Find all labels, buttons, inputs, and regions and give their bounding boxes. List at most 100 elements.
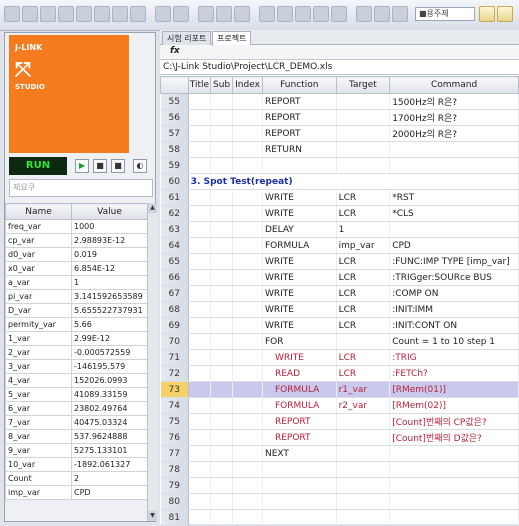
row-number[interactable]: 60: [160, 173, 189, 190]
command-cell[interactable]: [389, 493, 519, 510]
command-cell[interactable]: *RST: [389, 189, 519, 206]
command-cell[interactable]: [RMem(02)]: [389, 397, 519, 414]
target-cell[interactable]: [336, 445, 391, 462]
open-folder-icon[interactable]: [22, 6, 38, 22]
column-header-row[interactable]: [160, 76, 189, 94]
help-icon[interactable]: [497, 6, 513, 22]
sub-cell[interactable]: [210, 205, 234, 222]
row-number[interactable]: 74: [160, 397, 189, 414]
sub-cell[interactable]: [210, 461, 234, 478]
index-cell[interactable]: [232, 109, 263, 126]
function-cell[interactable]: WRITE: [262, 269, 337, 286]
row-number[interactable]: 72: [160, 365, 189, 382]
sequence-row[interactable]: 65 WRITE LCR:FUNC:IMP TYPE [imp_var]: [160, 253, 519, 270]
title-cell[interactable]: [188, 333, 212, 350]
variable-row[interactable]: 8_var 537.9624888: [5, 429, 148, 444]
sequence-row[interactable]: 80: [160, 493, 519, 510]
sub-cell[interactable]: [210, 397, 234, 414]
index-cell[interactable]: [232, 445, 263, 462]
index-cell[interactable]: [232, 301, 263, 318]
index-cell[interactable]: [232, 93, 263, 110]
command-cell[interactable]: :TRIG: [389, 349, 519, 366]
variable-row[interactable]: D_var 5.655522737931: [5, 303, 148, 318]
sequence-row[interactable]: 66 WRITE LCR:TRIGger:SOURce BUS: [160, 269, 519, 286]
command-cell[interactable]: :FETCh?: [389, 365, 519, 382]
sequence-row[interactable]: 60 3. Spot Test(repeat): [160, 173, 519, 190]
bookmark-prev-icon[interactable]: [295, 6, 311, 22]
column-header-command[interactable]: Command: [389, 76, 519, 94]
save-icon[interactable]: [40, 6, 56, 22]
command-cell[interactable]: [389, 221, 519, 238]
target-cell[interactable]: LCR: [336, 349, 391, 366]
command-cell[interactable]: 1700Hz의 R은?: [389, 109, 519, 126]
sub-cell[interactable]: [210, 381, 234, 398]
target-cell[interactable]: [336, 509, 391, 526]
column-header-value[interactable]: Value: [71, 203, 148, 220]
row-number[interactable]: 57: [160, 125, 189, 142]
title-cell[interactable]: [188, 509, 212, 526]
index-cell[interactable]: [232, 269, 263, 286]
function-cell[interactable]: [262, 493, 337, 510]
target-cell[interactable]: [336, 93, 391, 110]
view-icon[interactable]: [94, 6, 110, 22]
column-header-title[interactable]: Title: [187, 76, 212, 94]
target-cell[interactable]: r1_var: [336, 381, 391, 398]
column-header-target[interactable]: Target: [335, 76, 391, 94]
target-cell[interactable]: LCR: [336, 285, 391, 302]
function-cell[interactable]: REPORT: [262, 429, 337, 446]
row-number[interactable]: 69: [160, 317, 189, 334]
sub-cell[interactable]: [210, 301, 234, 318]
sequence-row[interactable]: 59: [160, 157, 519, 174]
undo-icon[interactable]: [155, 6, 171, 22]
row-number[interactable]: 78: [160, 461, 189, 478]
sub-cell[interactable]: [210, 413, 234, 430]
redo-icon[interactable]: [173, 6, 189, 22]
command-cell[interactable]: :TRIGger:SOURce BUS: [389, 269, 519, 286]
function-cell[interactable]: FOR: [262, 333, 337, 350]
function-cell[interactable]: RETURN: [262, 141, 337, 158]
index-cell[interactable]: [232, 189, 263, 206]
row-number[interactable]: 66: [160, 269, 189, 286]
row-number[interactable]: 79: [160, 477, 189, 494]
command-cell[interactable]: [389, 445, 519, 462]
index-cell[interactable]: [232, 333, 263, 350]
section-title[interactable]: 3. Spot Test(repeat): [188, 173, 519, 190]
title-cell[interactable]: [188, 429, 212, 446]
variable-row[interactable]: Count 2: [5, 471, 148, 486]
row-number[interactable]: 71: [160, 349, 189, 366]
settings-icon[interactable]: ◐: [133, 159, 147, 173]
window-icon[interactable]: [112, 6, 128, 22]
scroll-down-icon[interactable]: ▼: [148, 511, 157, 521]
sub-cell[interactable]: [210, 365, 234, 382]
sequence-row[interactable]: 58 RETURN: [160, 141, 519, 158]
sequence-row[interactable]: 67 WRITE LCR:COMP ON: [160, 285, 519, 302]
pause-icon[interactable]: ■: [93, 159, 107, 173]
row-number[interactable]: 56: [160, 109, 189, 126]
sub-cell[interactable]: [210, 157, 234, 174]
sub-cell[interactable]: [210, 429, 234, 446]
command-cell[interactable]: [389, 477, 519, 494]
target-cell[interactable]: LCR: [336, 189, 391, 206]
function-cell[interactable]: REPORT: [262, 109, 337, 126]
target-cell[interactable]: [336, 125, 391, 142]
variable-row[interactable]: 5_var 41089.33159: [5, 387, 148, 402]
sub-cell[interactable]: [210, 253, 234, 270]
command-cell[interactable]: :INIT:IMM: [389, 301, 519, 318]
function-cell[interactable]: FORMULA: [262, 237, 337, 254]
variable-row[interactable]: 9_var 5275.133101: [5, 443, 148, 458]
scroll-up-icon[interactable]: ▲: [148, 203, 157, 213]
cut-icon[interactable]: [198, 6, 214, 22]
function-cell[interactable]: FORMULA: [262, 381, 337, 398]
sequence-row[interactable]: 81: [160, 509, 519, 526]
sequence-row[interactable]: 69 WRITE LCR:INIT:CONT ON: [160, 317, 519, 334]
row-number[interactable]: 61: [160, 189, 189, 206]
sequence-row[interactable]: 63 DELAY 1: [160, 221, 519, 238]
variable-row[interactable]: 2_var -0.000572559: [5, 345, 148, 360]
sequence-row[interactable]: 70 FOR Count = 1 to 10 step 1: [160, 333, 519, 350]
command-cell[interactable]: [389, 157, 519, 174]
function-cell[interactable]: REPORT: [262, 413, 337, 430]
title-cell[interactable]: [188, 365, 212, 382]
index-cell[interactable]: [232, 493, 263, 510]
index-cell[interactable]: [232, 429, 263, 446]
sub-cell[interactable]: [210, 285, 234, 302]
